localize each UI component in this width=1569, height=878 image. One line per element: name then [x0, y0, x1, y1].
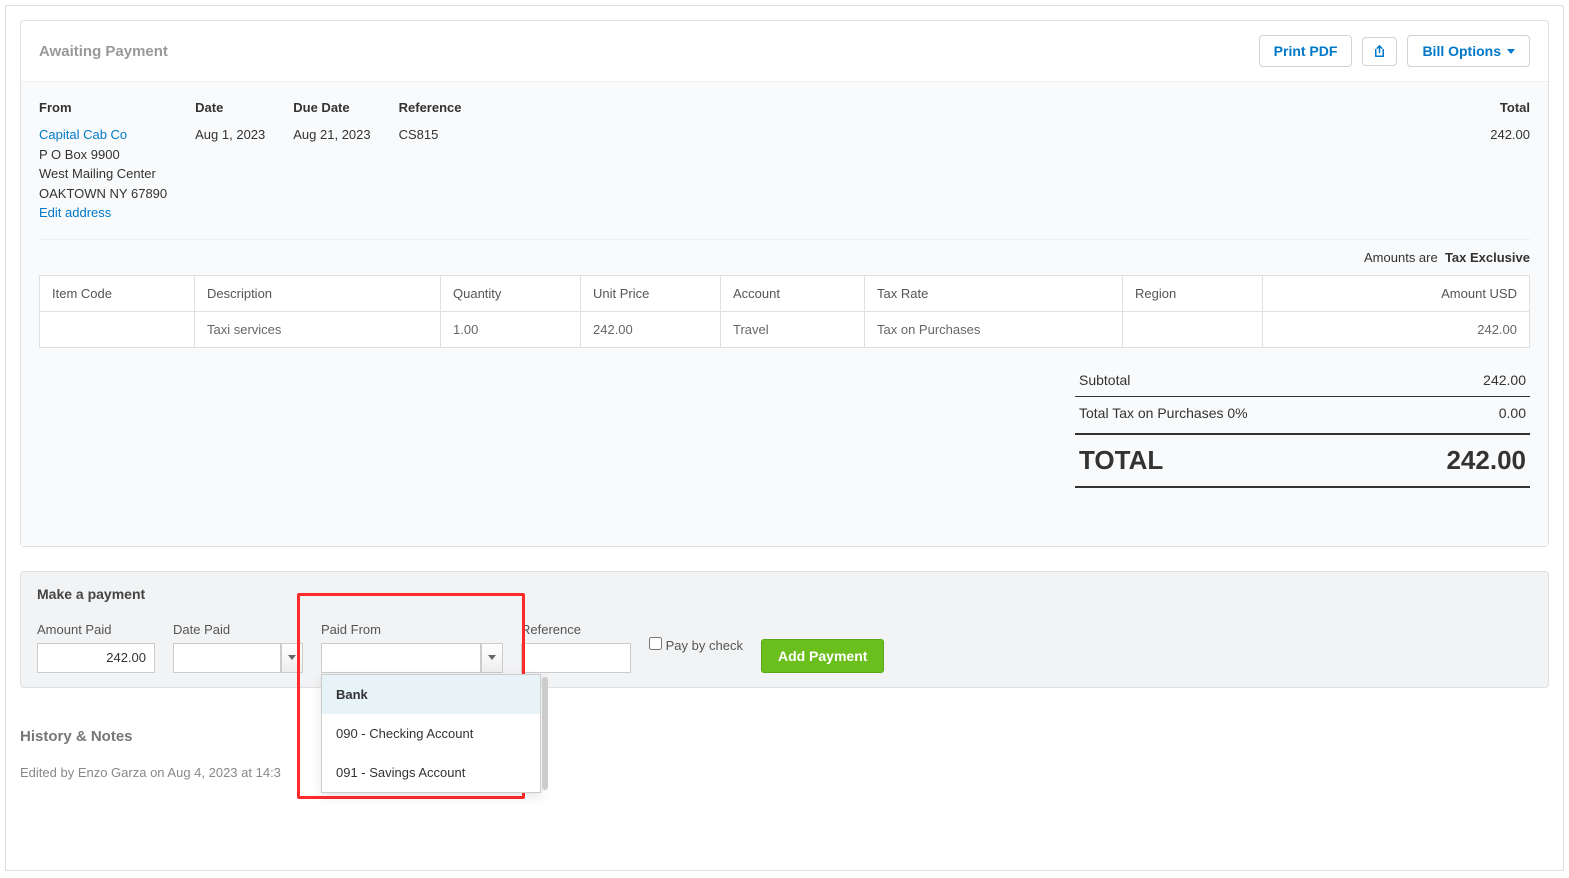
cell-unit-price: 242.00	[581, 311, 721, 347]
total-label: Total	[1490, 100, 1530, 115]
date-paid-label: Date Paid	[173, 622, 303, 637]
col-item-code: Item Code	[40, 275, 195, 311]
paid-from-label: Paid From	[321, 622, 503, 637]
col-description: Description	[195, 275, 441, 311]
date-paid-picker-button[interactable]	[281, 643, 303, 673]
col-tax-rate: Tax Rate	[865, 275, 1123, 311]
cell-region	[1123, 311, 1263, 347]
pay-by-check-label: Pay by check	[666, 638, 743, 653]
vendor-addr3: OAKTOWN NY 67890	[39, 186, 167, 201]
dropdown-item-checking[interactable]: 090 - Checking Account	[322, 714, 540, 753]
dropdown-category-bank: Bank	[322, 675, 540, 714]
cell-amount: 242.00	[1263, 311, 1530, 347]
make-payment-title: Make a payment	[37, 586, 1532, 602]
reference-value: CS815	[399, 125, 462, 145]
pay-by-check-wrap[interactable]: Pay by check	[649, 637, 743, 667]
pay-by-check-checkbox[interactable]	[649, 637, 662, 650]
col-quantity: Quantity	[441, 275, 581, 311]
history-title: History & Notes	[20, 728, 1549, 745]
payment-reference-label: Reference	[521, 622, 631, 637]
table-row: Taxi services 1.00 242.00 Travel Tax on …	[40, 311, 1530, 347]
tax-value: 0.00	[1499, 405, 1526, 421]
edit-address-link[interactable]: Edit address	[39, 205, 111, 220]
payment-reference-input[interactable]	[521, 643, 631, 673]
bill-options-label: Bill Options	[1422, 43, 1501, 59]
chevron-down-icon	[488, 655, 496, 660]
line-items-table: Item Code Description Quantity Unit Pric…	[39, 275, 1530, 348]
chevron-down-icon	[288, 655, 296, 660]
status-label: Awaiting Payment	[39, 43, 168, 60]
vendor-addr2: West Mailing Center	[39, 166, 156, 181]
grand-total-value: 242.00	[1446, 445, 1526, 476]
history-entry: Edited by Enzo Garza on Aug 4, 2023 at 1…	[20, 765, 1549, 780]
bill-card: Awaiting Payment Print PDF Bill Options	[20, 20, 1549, 547]
make-payment-panel: Make a payment Amount Paid Date Paid Pai…	[20, 571, 1549, 688]
cell-description: Taxi services	[195, 311, 441, 347]
vendor-link[interactable]: Capital Cab Co	[39, 127, 127, 142]
col-amount: Amount USD	[1263, 275, 1530, 311]
cell-item-code	[40, 311, 195, 347]
tax-label: Total Tax on Purchases 0%	[1079, 405, 1248, 421]
cell-quantity: 1.00	[441, 311, 581, 347]
paid-from-dropdown-menu: Bank 090 - Checking Account 091 - Saving…	[321, 674, 541, 793]
reference-label: Reference	[399, 100, 462, 115]
grand-total-label: TOTAL	[1079, 445, 1163, 476]
total-value: 242.00	[1490, 125, 1530, 145]
date-value: Aug 1, 2023	[195, 125, 265, 145]
amount-paid-input[interactable]	[37, 643, 155, 673]
print-pdf-button[interactable]: Print PDF	[1259, 35, 1353, 67]
subtotal-value: 242.00	[1483, 372, 1526, 388]
amount-paid-label: Amount Paid	[37, 622, 155, 637]
add-payment-label: Add Payment	[778, 648, 867, 664]
print-pdf-label: Print PDF	[1274, 43, 1338, 59]
totals-block: Subtotal 242.00 Total Tax on Purchases 0…	[1075, 364, 1530, 488]
vendor-addr1: P O Box 9900	[39, 147, 120, 162]
dropdown-scrollbar[interactable]	[542, 677, 548, 790]
date-paid-input[interactable]	[173, 643, 281, 673]
subtotal-label: Subtotal	[1079, 372, 1130, 388]
cell-account: Travel	[721, 311, 865, 347]
cell-tax-rate: Tax on Purchases	[865, 311, 1123, 347]
from-label: From	[39, 100, 167, 115]
dropdown-item-savings[interactable]: 091 - Savings Account	[322, 753, 540, 792]
col-region: Region	[1123, 275, 1263, 311]
due-date-value: Aug 21, 2023	[293, 125, 370, 145]
col-account: Account	[721, 275, 865, 311]
history-notes-section: History & Notes Edited by Enzo Garza on …	[20, 728, 1549, 780]
col-unit-price: Unit Price	[581, 275, 721, 311]
add-payment-button[interactable]: Add Payment	[761, 639, 884, 673]
bill-options-button[interactable]: Bill Options	[1407, 35, 1530, 67]
paid-from-input[interactable]	[321, 643, 481, 673]
chevron-down-icon	[1507, 49, 1515, 54]
share-icon	[1372, 44, 1387, 59]
due-date-label: Due Date	[293, 100, 370, 115]
paid-from-dropdown-button[interactable]	[481, 643, 503, 673]
date-label: Date	[195, 100, 265, 115]
share-button[interactable]	[1362, 37, 1397, 66]
amounts-note: Amounts are Tax Exclusive	[39, 250, 1530, 265]
